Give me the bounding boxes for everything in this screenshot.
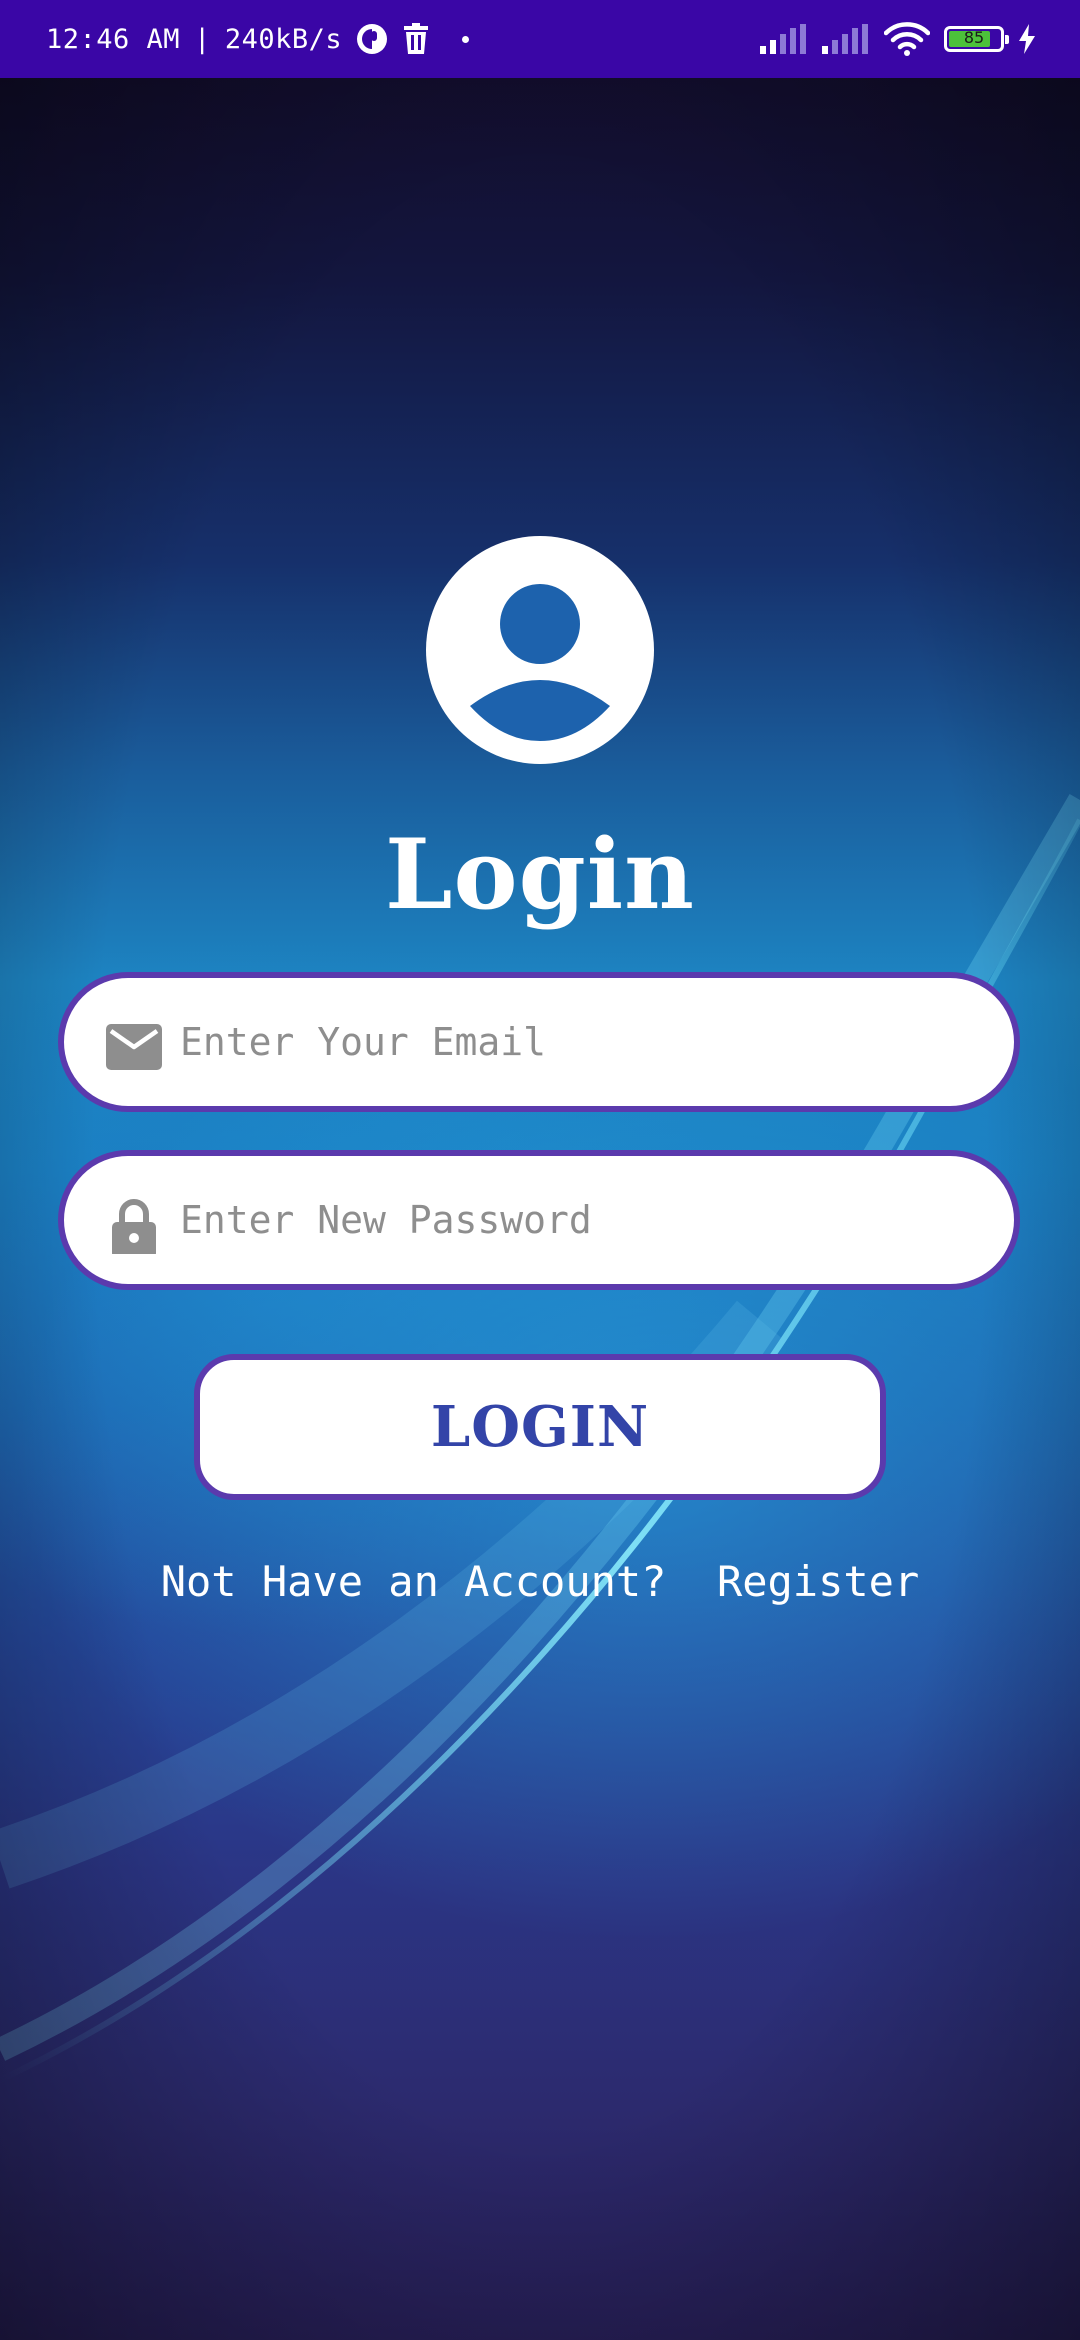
email-input[interactable] [180,978,980,1106]
signal-icon [822,24,868,54]
register-link[interactable]: Register [717,1557,919,1606]
battery-tip [1005,35,1009,44]
cast-icon [357,24,388,54]
battery-icon: 85 [944,26,1009,52]
register-prompt: Not Have an Account? [160,1557,667,1606]
signal-icon [760,24,806,54]
clock: 12:46 AM [46,23,181,55]
page-title: Login [385,818,695,931]
avatar [426,536,654,764]
wifi-icon [884,22,930,56]
login-screen: 12:46 AM | 240kB/s 85 Login Enter Your E… [0,0,1080,2340]
password-input[interactable] [180,1156,980,1284]
mail-icon [106,1024,162,1070]
login-button[interactable]: LOGIN [194,1354,886,1500]
user-icon [470,584,610,741]
charging-icon [1019,24,1035,54]
password-field[interactable] [58,1150,1020,1290]
lock-icon [112,1199,156,1254]
separator: | [194,23,211,55]
email-field[interactable] [58,972,1020,1112]
notification-dot [462,35,470,43]
battery-level: 85 [963,28,985,47]
network-speed: 240kB/s [224,23,343,55]
status-left: 12:46 AM | 240kB/s [46,0,470,78]
status-right: 85 [760,0,1036,78]
status-bar: 12:46 AM | 240kB/s 85 [0,0,1080,78]
register-prompt-line: Not Have an Account? Register [0,1552,1080,1612]
trash-icon [404,23,429,54]
